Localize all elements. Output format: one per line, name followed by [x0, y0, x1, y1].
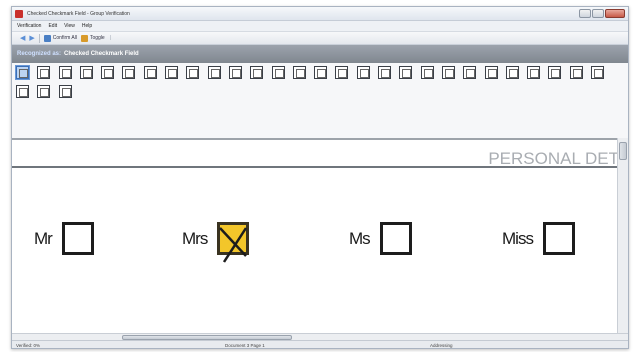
forward-arrow-icon[interactable]: ▶ — [29, 35, 34, 42]
checkbox-thumbnail[interactable] — [207, 66, 221, 79]
application-window: Checked Checkmark Field - Group Verifica… — [11, 6, 629, 349]
salutation-label: Mr — [34, 228, 53, 248]
checkbox-thumbnail[interactable] — [335, 66, 349, 79]
salutation-ms[interactable]: Ms — [349, 222, 412, 255]
disabled-toolbar-button[interactable]: | — [109, 35, 111, 41]
checkbox[interactable] — [542, 222, 575, 255]
salutation-mr[interactable]: Mr — [34, 222, 94, 255]
maximize-button[interactable] — [592, 9, 604, 18]
toolbar-separator — [38, 33, 40, 43]
checked-checkbox[interactable] — [217, 222, 250, 263]
recognition-value: Checked Checkmark Field — [64, 51, 139, 57]
section-heading-band: PERSONAL DET — [12, 140, 619, 168]
salutation-label: Ms — [349, 228, 371, 248]
menu-bar: Verification Edit View Help — [12, 21, 628, 32]
checkbox-thumbnail[interactable] — [16, 85, 29, 98]
checkbox-thumbnail[interactable] — [292, 66, 306, 79]
title-bar: Checked Checkmark Field - Group Verifica… — [12, 7, 628, 21]
document-image-view: PERSONAL DET Mr Mrs Ms Miss — [12, 138, 619, 336]
checkbox-thumbnail[interactable] — [314, 66, 328, 79]
confirm-all-button[interactable]: Confirm All — [43, 34, 77, 42]
checkbox-thumbnail[interactable] — [101, 66, 115, 79]
toolbar: ◀ ▶ Confirm All Toggle | — [12, 32, 628, 45]
salutation-label: Mrs — [182, 228, 208, 248]
cross-mark-icon — [219, 227, 248, 263]
checkbox-thumbnail[interactable] — [271, 66, 285, 79]
toggle-icon — [80, 34, 88, 42]
disabled-label: | — [108, 35, 112, 41]
salutation-miss[interactable]: Miss — [502, 222, 575, 255]
checkbox-thumbnail[interactable] — [37, 85, 51, 98]
menu-edit[interactable]: Edit — [48, 23, 57, 29]
salutation-mrs[interactable]: Mrs — [182, 222, 250, 263]
toggle-button[interactable]: Toggle — [80, 34, 105, 42]
checkbox-thumbnail[interactable] — [58, 66, 72, 79]
checkbox-thumbnail[interactable] — [569, 66, 583, 79]
status-bar: Verified: 0% Document 3 Page 1 Addressin… — [12, 340, 628, 348]
checkbox-thumbnail[interactable] — [484, 66, 498, 79]
checkbox-thumbnail[interactable] — [591, 66, 605, 79]
confirm-icon — [43, 34, 51, 42]
checkbox[interactable] — [61, 222, 94, 255]
recognition-band: Recognized as: Checked Checkmark Field — [12, 45, 628, 63]
checkbox[interactable] — [379, 222, 412, 255]
checkbox-thumbnail[interactable] — [79, 66, 93, 79]
vertical-scrollbar[interactable] — [617, 138, 628, 336]
confirm-all-label: Confirm All — [52, 35, 77, 41]
salutation-label: Miss — [502, 228, 534, 248]
status-document: Document 3 Page 1 — [225, 343, 265, 348]
checkbox-thumbnail[interactable] — [378, 66, 392, 79]
vertical-scroll-thumb[interactable] — [619, 142, 627, 160]
back-arrow-icon[interactable]: ◀ — [20, 35, 25, 42]
status-progress: Verified: 0% — [16, 343, 41, 348]
checkbox-thumbnail[interactable] — [505, 66, 519, 79]
window-title: Checked Checkmark Field - Group Verifica… — [27, 10, 130, 17]
checkbox-thumbnail[interactable] — [548, 66, 562, 79]
recognition-label: Recognized as: — [17, 51, 62, 57]
menu-help[interactable]: Help — [82, 23, 92, 29]
close-button[interactable] — [605, 9, 625, 18]
thumbnail-grid — [15, 65, 628, 104]
section-heading: PERSONAL DET — [488, 149, 619, 168]
checkbox-thumbnail[interactable] — [527, 66, 541, 79]
checkbox-thumbnail[interactable] — [399, 66, 413, 79]
checkbox-thumbnail[interactable] — [420, 66, 434, 79]
checkbox-thumbnail[interactable] — [356, 66, 370, 79]
checkbox-thumbnail[interactable] — [441, 66, 455, 79]
toggle-label: Toggle — [89, 35, 105, 41]
status-mode: Addressing — [430, 343, 453, 348]
menu-view[interactable]: View — [64, 23, 75, 29]
checkbox-thumbnail[interactable] — [143, 66, 157, 79]
checkbox-thumbnail[interactable] — [463, 66, 477, 79]
checkbox-thumbnail[interactable] — [165, 66, 179, 79]
checkbox-thumbnail[interactable] — [15, 65, 30, 80]
checkbox-thumbnail[interactable] — [37, 66, 51, 79]
menu-verification[interactable]: Verification — [17, 23, 41, 29]
horizontal-scrollbar[interactable] — [12, 333, 628, 340]
checkbox-thumbnail[interactable] — [250, 66, 264, 79]
checkbox-thumbnail[interactable] — [186, 66, 200, 79]
app-icon — [15, 9, 23, 18]
minimize-button[interactable] — [579, 9, 591, 18]
checkbox-thumbnail[interactable] — [58, 85, 72, 98]
checkbox-thumbnail[interactable] — [228, 66, 242, 79]
checkbox-thumbnail[interactable] — [122, 66, 136, 79]
